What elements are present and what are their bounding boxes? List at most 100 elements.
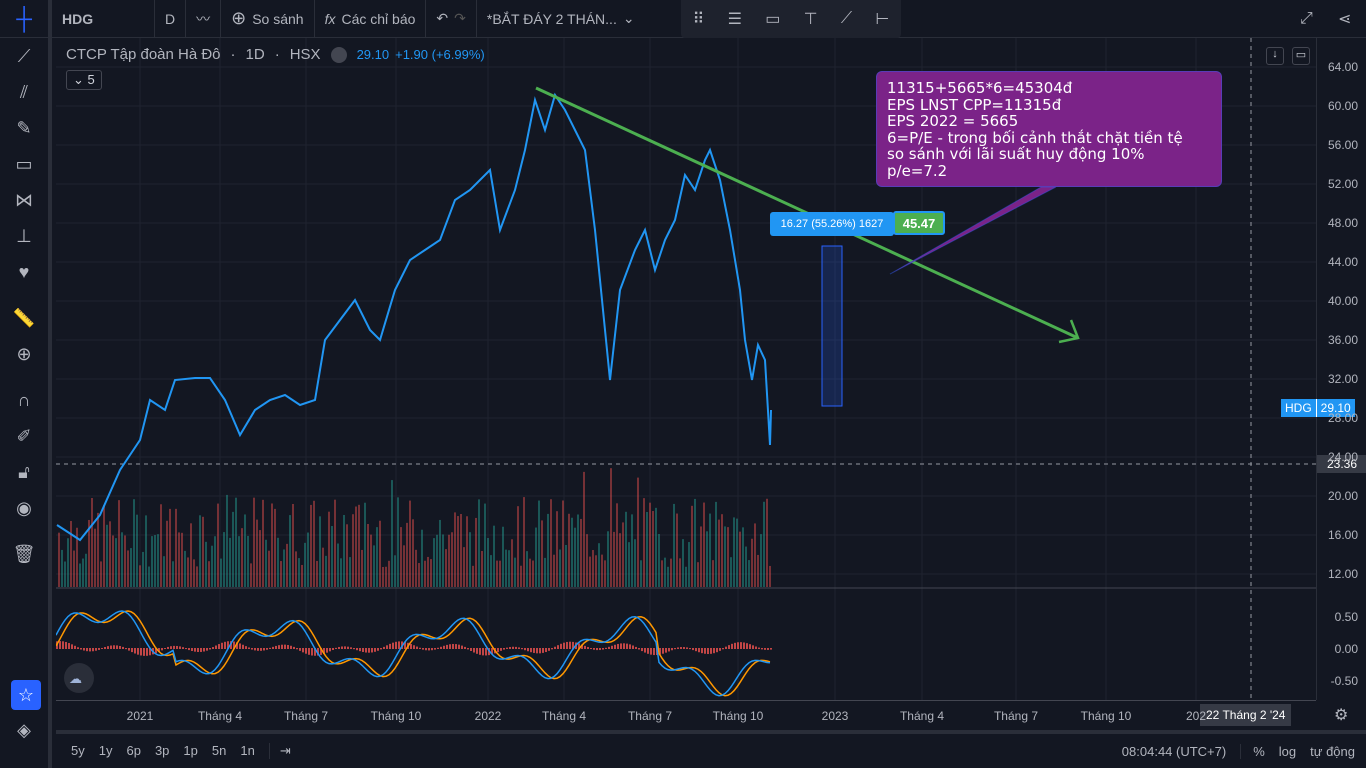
hide-icon[interactable] — [330, 46, 347, 63]
histogram-bar — [458, 644, 460, 649]
ruler-icon[interactable]: 📏 — [0, 300, 48, 336]
histogram-bar — [530, 648, 532, 653]
pattern-tool-icon[interactable]: ⋈ — [0, 182, 48, 218]
last-price: 29.10 — [356, 47, 390, 62]
histogram-bar — [626, 643, 628, 649]
volume-bar — [493, 525, 495, 587]
volume-bar — [724, 526, 726, 587]
histogram-bar — [764, 648, 766, 650]
fullscreen-icon[interactable]: ⤢ — [1300, 10, 1313, 28]
volume-bar — [643, 498, 645, 587]
histogram-bar — [515, 646, 517, 649]
trend-line-tool-icon[interactable]: ⟋ — [0, 38, 48, 74]
date-range-icon[interactable]: ⊢ — [875, 9, 889, 29]
log-toggle[interactable]: log — [1279, 744, 1296, 759]
price-axis[interactable]: HDG 29.10 23.36 64.00 60.00 56.00 52.00 48.0… — [1281, 38, 1366, 700]
histogram-bar — [689, 648, 691, 650]
histogram-bar — [428, 648, 430, 651]
volume-bar — [367, 524, 369, 587]
goto-date-icon[interactable]: ⇥ — [268, 743, 291, 759]
trend-line-icon[interactable]: ⟋ — [841, 10, 852, 28]
volume-bar — [697, 562, 699, 587]
range-1y[interactable]: 1y — [99, 743, 113, 759]
volume-bar — [547, 513, 549, 587]
magnet-icon[interactable]: ∩ — [0, 382, 48, 418]
volume-bar — [535, 527, 537, 587]
volume-bar — [769, 565, 771, 587]
range-1d[interactable]: 1n — [240, 743, 254, 759]
share-icon[interactable]: ⋖ — [1338, 9, 1351, 29]
settings-gear-icon[interactable]: ⚙ — [1334, 705, 1348, 725]
compare-button[interactable]: ⊕ So sánh — [221, 0, 315, 38]
drag-handle-icon[interactable]: ⠿ — [693, 9, 705, 29]
histogram-bar — [218, 644, 220, 649]
histogram-bar — [437, 647, 439, 649]
heart-icon[interactable]: ♥ — [0, 254, 48, 290]
clock[interactable]: 08:04:44 (UTC+7) — [1122, 744, 1226, 759]
range-3m[interactable]: 3p — [155, 743, 169, 759]
price-tick: 60.00 — [1327, 99, 1358, 113]
lock-icon[interactable]: 🔓︎ — [0, 454, 48, 490]
eye-icon[interactable]: ◉ — [0, 490, 48, 526]
histogram-bar — [269, 647, 271, 649]
collapse-indicators-button[interactable]: ⌄ 5 — [66, 70, 102, 90]
range-5d[interactable]: 5n — [212, 743, 226, 759]
chart-type-button[interactable]: 〰 — [186, 0, 222, 38]
range-1m[interactable]: 1p — [183, 743, 197, 759]
volume-bar — [571, 517, 573, 587]
line-style-icon[interactable]: ☰ — [728, 9, 742, 29]
layers-icon[interactable]: ◈ — [0, 712, 48, 748]
volume-bar — [328, 511, 330, 587]
histogram-bar — [602, 648, 604, 650]
histogram-bar — [122, 646, 124, 649]
price-tick: 32.00 — [1327, 372, 1358, 386]
histogram-bar — [446, 644, 448, 649]
callout-note[interactable]: 11315+5665*6=45304đ EPS LNST CPP=11315đ … — [876, 71, 1222, 187]
scroll-down-icon[interactable]: ↓ — [1266, 47, 1284, 65]
volume-bar — [445, 549, 447, 587]
price-range-icon[interactable]: ⊤ — [804, 9, 818, 29]
histogram-bar — [65, 641, 67, 649]
volume-bar — [115, 538, 117, 587]
time-tick: 2022 — [474, 709, 502, 723]
crosshair-icon[interactable]: ┼ — [0, 0, 52, 38]
redo-icon[interactable]: ↷ — [454, 10, 466, 27]
zoom-icon[interactable]: ⊕ — [0, 336, 48, 372]
symbol-search[interactable]: HDG — [52, 0, 155, 38]
lock-pencil-icon[interactable]: ✐ — [0, 418, 48, 454]
volume-bar — [193, 559, 195, 587]
histogram-bar — [377, 648, 379, 651]
interval-button[interactable]: D — [155, 0, 187, 38]
volume-bar — [487, 538, 489, 587]
callout-icon[interactable]: ▭ — [765, 9, 780, 29]
range-6m[interactable]: 6p — [126, 743, 140, 759]
watchlist-star-icon[interactable]: ☆ — [11, 680, 41, 710]
volume-bar — [247, 535, 249, 587]
undo-icon[interactable]: ↶ — [436, 10, 448, 27]
histogram-bar — [587, 647, 589, 649]
brush-tool-icon[interactable]: ✎ — [0, 110, 48, 146]
percent-toggle[interactable]: % — [1240, 743, 1265, 759]
exchange: HSX — [289, 46, 321, 63]
volume-bar — [94, 528, 96, 587]
indicators-button[interactable]: fx Các chỉ báo — [315, 0, 427, 38]
volume-bar — [424, 560, 426, 587]
histogram-bar — [749, 644, 751, 649]
histogram-bar — [308, 648, 310, 655]
fib-tool-icon[interactable]: ⫽ — [0, 74, 48, 110]
trash-icon[interactable]: 🗑︎ — [0, 536, 48, 572]
price-range-box[interactable] — [821, 245, 843, 407]
range-5y[interactable]: 5y — [71, 743, 85, 759]
auto-scale-toggle[interactable]: tự động — [1310, 744, 1355, 759]
time-tick: Tháng 10 — [712, 709, 764, 723]
histogram-bar — [647, 648, 649, 654]
maximize-icon[interactable]: ▭ — [1292, 47, 1310, 65]
volume-bar — [751, 538, 753, 587]
text-tool-icon[interactable]: ▭ — [0, 146, 48, 182]
time-axis[interactable]: 22 Tháng 2 '24 ⚙ 2021 Tháng 4 Tháng 7 Tháng… — [56, 700, 1348, 730]
measure-tool-icon[interactable]: ⊥ — [0, 218, 48, 254]
measure-label: 16.27 (55.26%) 1627 — [770, 212, 894, 236]
volume-bar — [595, 555, 597, 587]
histogram-bar — [611, 645, 613, 649]
layout-button[interactable]: *BẮT ĐÁY 2 THÁN... ⌄ — [477, 0, 645, 38]
